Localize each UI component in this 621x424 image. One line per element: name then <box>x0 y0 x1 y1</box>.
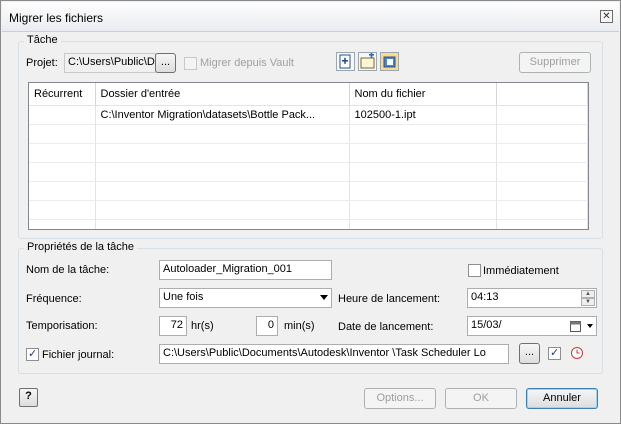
time-spinner[interactable]: ▲ ▼ <box>581 290 595 306</box>
cancel-button[interactable]: Annuler <box>526 388 598 409</box>
cell-extra <box>496 105 588 125</box>
table-row <box>29 219 588 229</box>
start-time-label: Heure de lancement: <box>338 293 441 305</box>
log-browse-button[interactable]: ... <box>519 343 540 364</box>
ok-button[interactable]: OK <box>445 388 517 409</box>
start-date-value: 15/03/ <box>471 319 502 331</box>
add-multiple-icon[interactable] <box>380 52 399 71</box>
delay-hours-input[interactable]: 72 <box>159 316 187 336</box>
log-file-label: Fichier journal: <box>42 349 115 361</box>
delete-button[interactable]: Supprimer <box>519 52 591 73</box>
task-grid[interactable]: Récurrent Dossier d'entrée Nom du fichie… <box>28 82 589 230</box>
frequency-label: Fréquence: <box>26 293 82 305</box>
task-name-label: Nom de la tâche: <box>26 264 110 276</box>
vault-checkbox[interactable] <box>184 57 197 70</box>
column-header-recurrent[interactable]: Récurrent <box>29 83 96 106</box>
start-time-value: 04:13 <box>471 291 499 303</box>
add-file-icon[interactable] <box>336 52 355 71</box>
column-header-empty <box>496 83 588 106</box>
migrate-files-dialog: Migrer les fichiers ✕ Tâche Projet: C:\U… <box>0 0 621 424</box>
table-row <box>29 162 588 182</box>
close-icon[interactable]: ✕ <box>600 10 613 23</box>
table-row <box>29 181 588 201</box>
options-button[interactable]: Options... <box>364 388 436 409</box>
clock-icon[interactable] <box>570 346 584 360</box>
grid-header-row: Récurrent Dossier d'entrée Nom du fichie… <box>29 83 588 106</box>
log-file-input[interactable]: C:\Users\Public\Documents\Autodesk\Inven… <box>159 344 509 364</box>
project-field[interactable]: C:\Users\Public\D <box>64 53 156 73</box>
table-row[interactable]: C:\Inventor Migration\datasets\Bottle Pa… <box>29 105 588 125</box>
log-option-checkbox[interactable] <box>548 346 561 360</box>
delay-minutes-input[interactable]: 0 <box>256 316 278 336</box>
vault-label: Migrer depuis Vault <box>200 57 294 69</box>
title-bar: Migrer les fichiers ✕ <box>2 2 619 32</box>
frequency-select[interactable]: Une fois <box>159 288 332 308</box>
help-icon[interactable]: ? <box>19 388 38 407</box>
add-folder-icon[interactable] <box>358 52 377 71</box>
cell-recurrent <box>29 105 96 125</box>
cell-input-folder: C:\Inventor Migration\datasets\Bottle Pa… <box>95 105 350 125</box>
task-group-title: Tâche <box>24 34 61 46</box>
immediate-checkbox[interactable] <box>468 264 481 277</box>
table-row <box>29 200 588 220</box>
delay-label: Temporisation: <box>26 320 98 332</box>
table-row <box>29 143 588 163</box>
start-time-input[interactable]: 04:13 ▲ ▼ <box>467 288 597 308</box>
column-header-file-name[interactable]: Nom du fichier <box>349 83 497 106</box>
hours-unit-label: hr(s) <box>191 320 214 332</box>
calendar-icon[interactable] <box>570 320 581 332</box>
table-row <box>29 124 588 144</box>
chevron-down-icon[interactable] <box>587 324 593 328</box>
minutes-unit-label: min(s) <box>284 320 315 332</box>
start-date-input[interactable]: 15/03/ <box>467 316 597 336</box>
start-date-label: Date de lancement: <box>338 321 434 333</box>
task-name-input[interactable]: Autoloader_Migration_001 <box>159 260 332 280</box>
task-properties-title: Propriétés de la tâche <box>24 241 138 253</box>
project-browse-button[interactable]: ... <box>155 53 176 73</box>
project-label: Projet: <box>26 57 58 69</box>
log-file-checkbox[interactable] <box>26 347 39 361</box>
window-title: Migrer les fichiers <box>9 11 104 25</box>
chevron-down-icon <box>320 295 328 300</box>
column-header-input-folder[interactable]: Dossier d'entrée <box>95 83 350 106</box>
cell-file-name: 102500-1.ipt <box>349 105 497 125</box>
immediate-label: Immédiatement <box>483 265 559 277</box>
frequency-value: Une fois <box>163 291 204 303</box>
